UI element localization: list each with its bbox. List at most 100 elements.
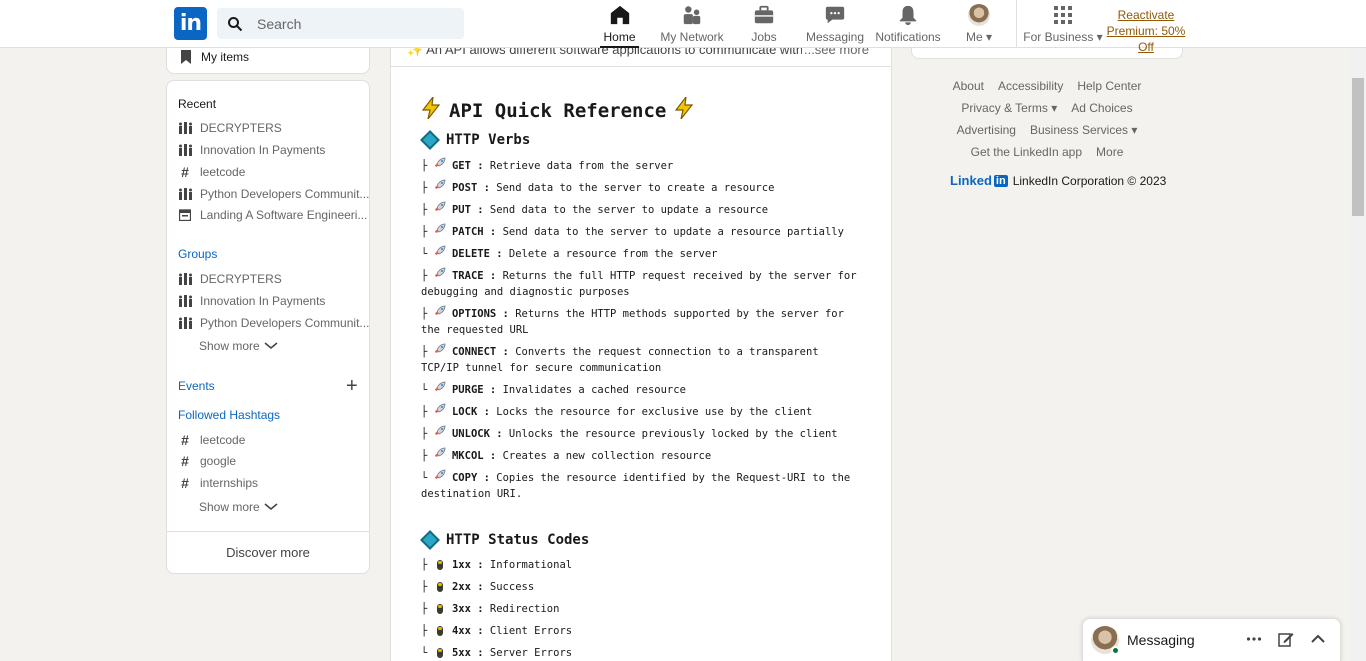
tree-branch: └ <box>421 248 428 260</box>
group-item-label: DECRYPTERS <box>200 272 282 286</box>
hashtag-icon: # <box>181 164 189 180</box>
reference-row: └ DELETE : Delete a resource from the se… <box>421 245 861 262</box>
privacy-label: Privacy & Terms <box>961 101 1048 115</box>
reference-row: ├ GET : Retrieve data from the server <box>421 157 861 174</box>
linkedin-logo-icon[interactable]: in <box>174 7 207 40</box>
group-icon <box>178 272 192 286</box>
footer-more-link[interactable]: More <box>1096 145 1123 159</box>
reference-row: └ COPY : Copies the resource identified … <box>421 469 861 502</box>
footer-advertising-link[interactable]: Advertising <box>957 123 1016 137</box>
footer-accessibility-link[interactable]: Accessibility <box>998 79 1063 93</box>
recent-item[interactable]: # leetcode <box>178 164 245 180</box>
premium-line2: Premium: 50% Off <box>1106 24 1186 54</box>
discover-more-button[interactable]: Discover more <box>167 531 369 573</box>
chevron-down-icon <box>264 503 278 511</box>
hashtag-item[interactable]: # internships <box>178 475 258 491</box>
premium-link[interactable]: Reactivate Premium: 50% Off <box>1100 7 1192 55</box>
group-icon <box>178 143 192 157</box>
footer-business-services-dropdown[interactable]: Business Services ▾ <box>1030 123 1137 137</box>
messaging-actions <box>1246 631 1326 652</box>
reference-term: 4xx : <box>451 625 484 637</box>
add-event-icon[interactable]: + <box>346 376 358 396</box>
nav-my-network[interactable]: My Network <box>660 4 724 44</box>
footer-ad-choices-link[interactable]: Ad Choices <box>1071 101 1132 115</box>
footer-about-link[interactable]: About <box>953 79 984 93</box>
top-nav: in Search Home My Network Jobs Messaging… <box>0 0 1366 54</box>
footer-links: About Accessibility Help Center Privacy … <box>911 75 1183 163</box>
compose-icon[interactable] <box>1278 631 1294 652</box>
scrollbar-thumb[interactable] <box>1352 78 1364 216</box>
reference-term: COPY : <box>451 472 490 484</box>
rocket-icon <box>434 381 446 398</box>
recent-item[interactable]: DECRYPTERS <box>178 121 282 135</box>
reference-description: Redirection <box>483 603 560 615</box>
reference-term: OPTIONS : <box>451 308 509 320</box>
linkedin-wordmark: Linked <box>950 173 992 188</box>
hashtag-item[interactable]: # google <box>178 453 236 469</box>
footer-privacy-dropdown[interactable]: Privacy & Terms ▾ <box>961 101 1057 115</box>
feed-post: ✨ An API allows different software appli… <box>390 30 892 661</box>
reference-row: └ 5xx : Server Errors <box>421 645 861 661</box>
linkedin-in-badge: in <box>993 174 1008 187</box>
reference-term: 1xx : <box>451 559 484 571</box>
nav-me[interactable]: Me ▾ <box>963 4 995 44</box>
hashtag-item[interactable]: # leetcode <box>178 432 245 448</box>
reference-row: └ PURGE : Invalidates a cached resource <box>421 381 861 398</box>
nav-for-business[interactable]: For Business ▾ <box>1023 4 1103 44</box>
footer-get-app-link[interactable]: Get the LinkedIn app <box>971 145 1082 159</box>
nav-notifications[interactable]: Notifications <box>875 4 941 44</box>
messaging-overlay[interactable]: Messaging <box>1082 618 1341 661</box>
traffic-light-icon <box>434 645 446 661</box>
chevron-down-icon <box>264 342 278 350</box>
more-options-icon[interactable] <box>1246 631 1262 652</box>
events-header[interactable]: Events <box>178 379 215 393</box>
nav-divider <box>1016 0 1017 48</box>
hashtag-icon: # <box>181 453 189 469</box>
hashtag-icon: # <box>181 432 189 448</box>
reference-row: ├ UNLOCK : Unlocks the resource previous… <box>421 425 861 442</box>
reference-term: DELETE : <box>451 248 503 260</box>
groups-header[interactable]: Groups <box>178 247 217 261</box>
reference-description: Creates a new collection resource <box>496 450 712 462</box>
left-sidebar-card: Recent DECRYPTERS Innovation In Payments… <box>166 80 370 574</box>
reference-term: CONNECT : <box>451 346 509 358</box>
recent-item[interactable]: Landing A Software Engineeri... <box>178 208 367 222</box>
rocket-icon <box>434 267 446 284</box>
group-item[interactable]: Innovation In Payments <box>178 294 325 308</box>
nav-jobs[interactable]: Jobs <box>751 4 777 44</box>
tree-branch: ├ <box>421 559 428 571</box>
group-item[interactable]: DECRYPTERS <box>178 272 282 286</box>
business-services-label: Business Services <box>1029 123 1129 137</box>
lightning-icon <box>674 94 694 124</box>
tree-branch: ├ <box>421 406 428 418</box>
reference-description: Client Errors <box>483 625 573 637</box>
search-input[interactable]: Search <box>217 8 464 39</box>
traffic-light-icon <box>434 601 446 617</box>
diamond-icon <box>419 130 440 150</box>
discover-more-label: Discover more <box>226 545 310 560</box>
tree-branch: ├ <box>421 308 428 320</box>
rocket-icon <box>434 403 446 420</box>
recent-item[interactable]: Python Developers Communit... <box>178 187 369 201</box>
footer-corp: Linked in LinkedIn Corporation © 2023 <box>950 173 1166 188</box>
group-item[interactable]: Python Developers Communit... <box>178 316 369 330</box>
recent-item[interactable]: Innovation In Payments <box>178 143 325 157</box>
groups-show-more-button[interactable]: Show more <box>199 339 278 353</box>
tree-branch: ├ <box>421 625 428 637</box>
reference-description: Success <box>483 581 535 593</box>
traffic-light-icon <box>434 557 446 573</box>
nav-home[interactable]: Home <box>600 4 639 48</box>
lightning-icon <box>421 94 441 124</box>
hashtags-show-more-button[interactable]: Show more <box>199 500 278 514</box>
search-placeholder: Search <box>257 15 302 32</box>
online-status-icon <box>1111 646 1120 655</box>
nav-messaging[interactable]: Messaging <box>806 4 864 44</box>
my-items-link[interactable]: My items <box>180 50 249 64</box>
caret-down-icon: ▾ <box>1131 123 1138 137</box>
followed-hashtags-header[interactable]: Followed Hashtags <box>178 408 280 422</box>
show-more-label: Show more <box>199 500 260 514</box>
nav-me-label: Me ▾ <box>966 30 992 44</box>
footer-help-center-link[interactable]: Help Center <box>1077 79 1141 93</box>
verbs-section-header: HTTP Verbs <box>419 130 530 150</box>
chevron-up-icon[interactable] <box>1310 631 1326 652</box>
